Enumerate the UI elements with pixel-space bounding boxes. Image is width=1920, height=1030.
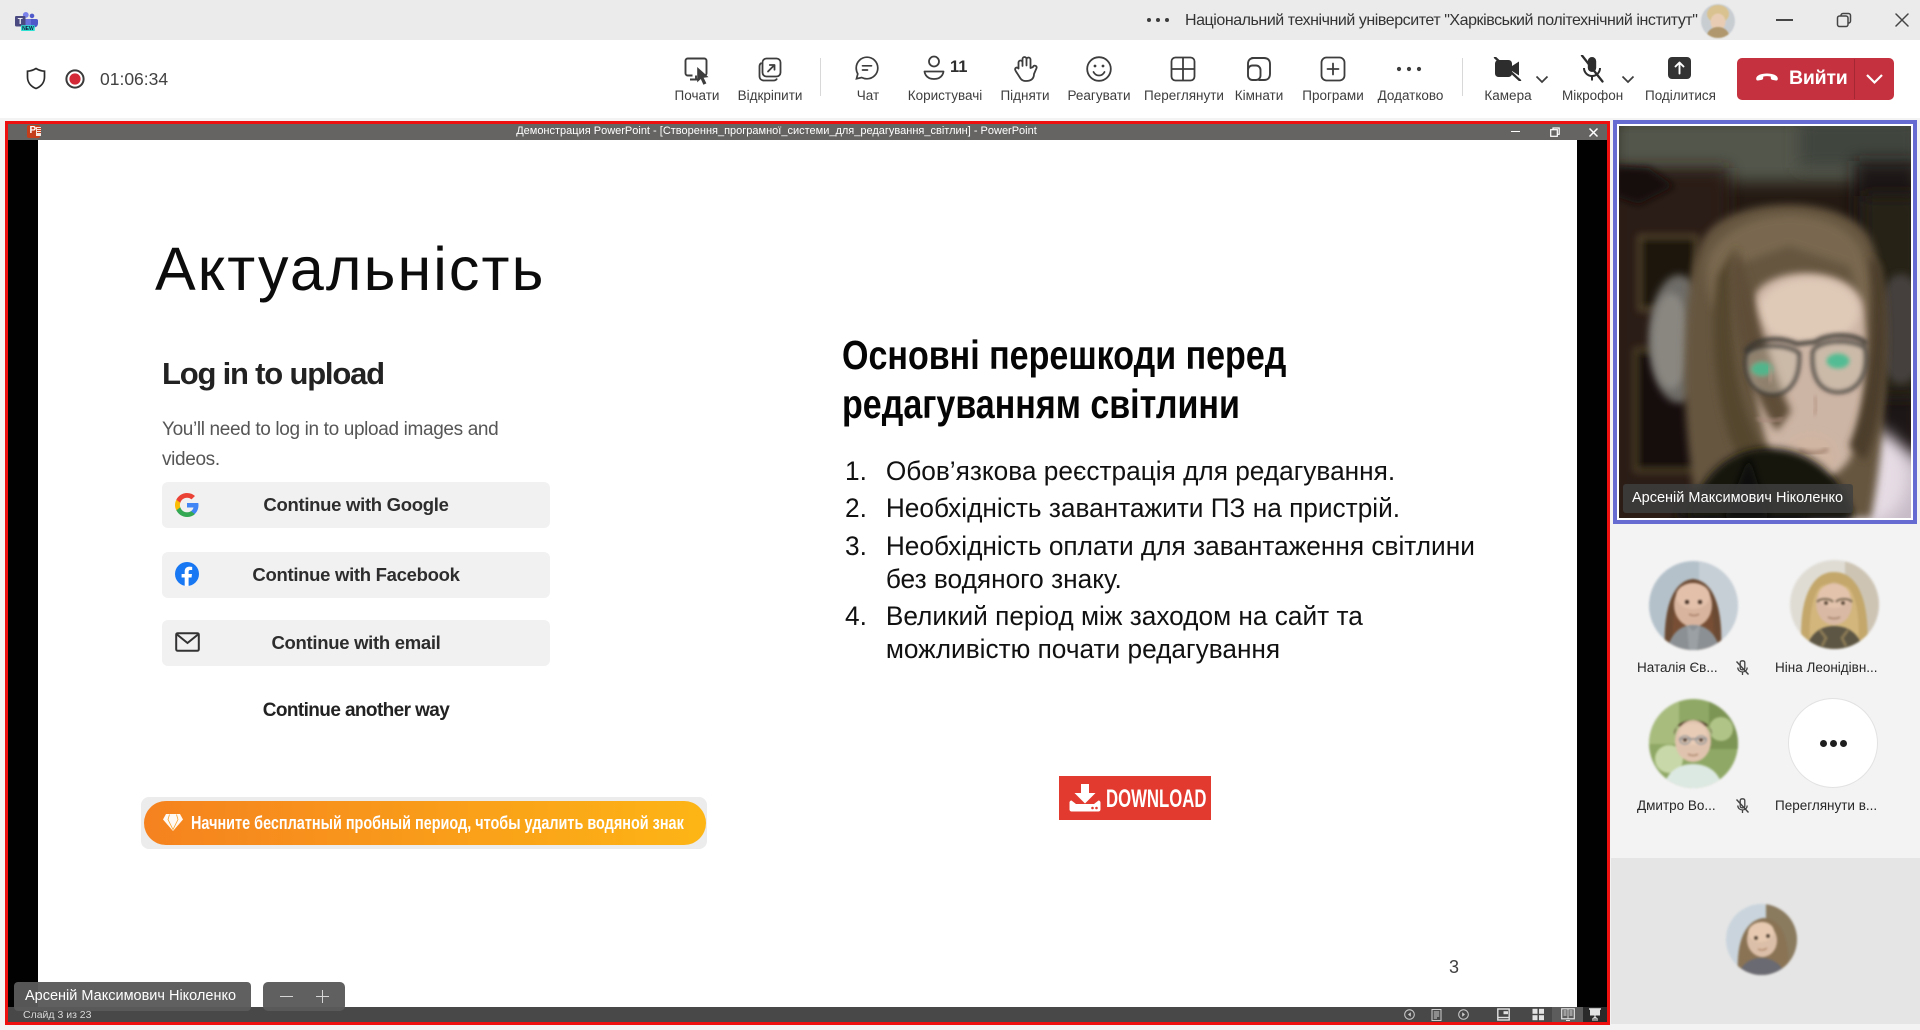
- svg-text:T: T: [18, 17, 23, 26]
- svg-text:NEW: NEW: [22, 26, 34, 32]
